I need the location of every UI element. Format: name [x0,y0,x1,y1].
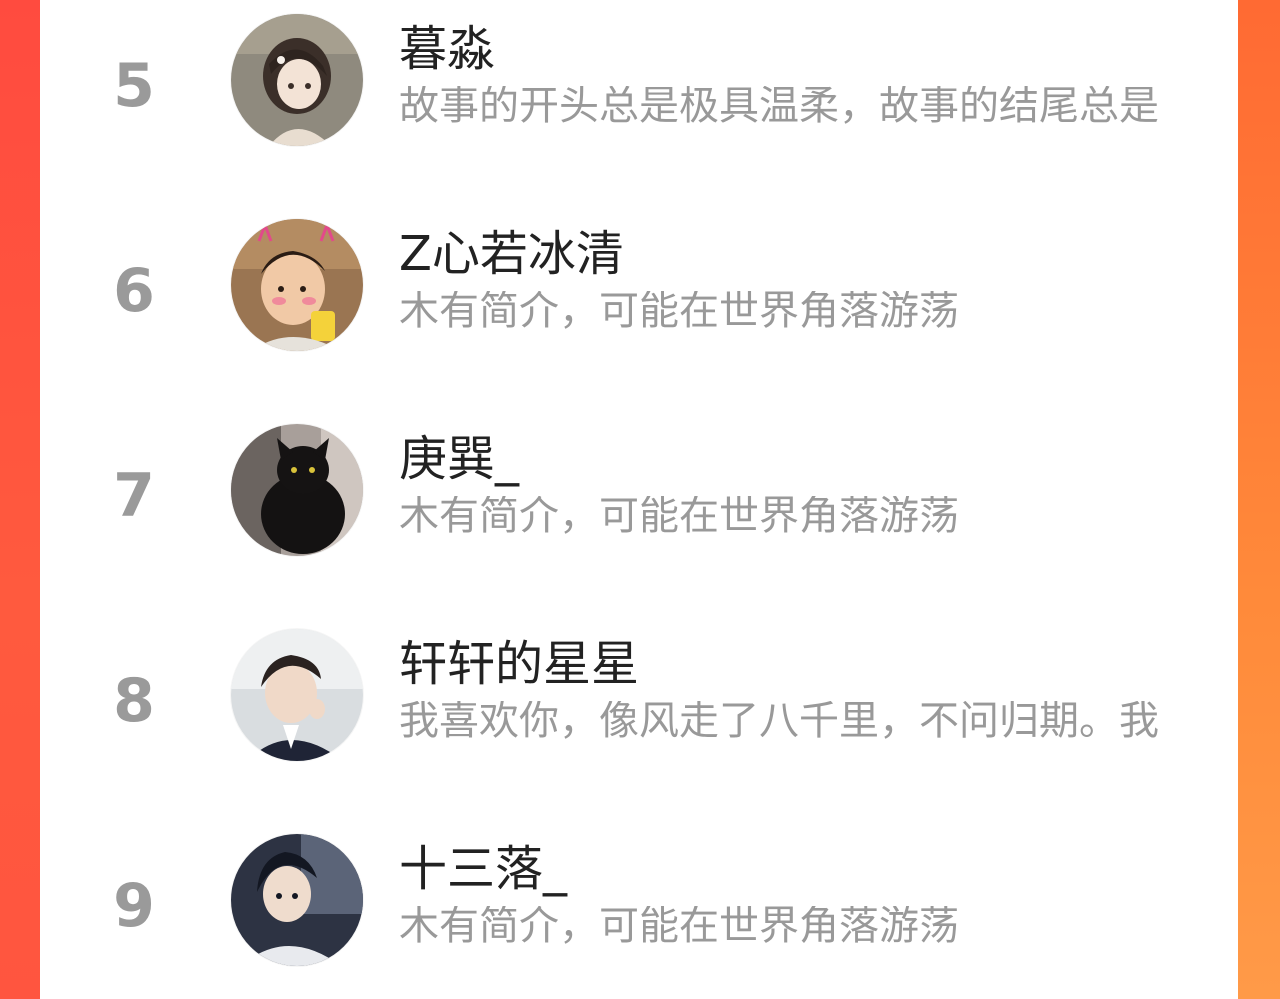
user-bio: 我喜欢你，像风走了八千里，不问归期。我 [399,701,1159,741]
black-cat-avatar-icon [231,424,363,556]
user-name[interactable]: 庚巽_ [399,435,519,483]
user-bio: 故事的开头总是极具温柔，故事的结尾总是 [399,86,1159,126]
rank-number: 8 [113,666,155,736]
avatar[interactable] [231,424,363,556]
young-man-avatar-icon [231,629,363,761]
avatar[interactable] [231,14,363,146]
avatar[interactable] [231,629,363,761]
user-name[interactable]: 暮淼 [399,25,495,73]
user-name[interactable]: Z心若冰清 [399,230,624,278]
avatar[interactable] [231,219,363,351]
user-name[interactable]: 轩轩的星星 [399,640,639,688]
list-item[interactable]: 6 Z心若冰清 木有简介，可能在世界角落游荡 [40,205,1238,410]
list-item[interactable]: 7 庚巽_ 木有简介，可能在世界角落游荡 [40,410,1238,615]
anime-boy-avatar-icon [231,834,363,966]
rank-number: 9 [113,871,155,941]
rank-number: 5 [113,51,155,121]
rank-number: 6 [113,256,155,326]
user-bio: 木有简介，可能在世界角落游荡 [399,496,959,536]
ranking-list-card: 5 暮淼 故事的开头总是极具温柔，故事的结尾总是 6 Z心若冰清 木有简介，可能… [40,0,1238,999]
user-bio: 木有简介，可能在世界角落游荡 [399,291,959,331]
right-accent-border [1238,0,1280,999]
list-item[interactable]: 9 十三落_ 木有简介，可能在世界角落游荡 [40,820,1238,999]
anime-girl-avatar-icon [231,14,363,146]
avatar[interactable] [231,834,363,966]
child-photo-avatar-icon [231,219,363,351]
user-bio: 木有简介，可能在世界角落游荡 [399,906,959,946]
left-accent-border [0,0,40,999]
list-item[interactable]: 8 轩轩的星星 我喜欢你，像风走了八千里，不问归期。我 [40,615,1238,820]
rank-number: 7 [113,461,155,531]
list-item[interactable]: 5 暮淼 故事的开头总是极具温柔，故事的结尾总是 [40,0,1238,205]
user-name[interactable]: 十三落_ [399,845,567,893]
